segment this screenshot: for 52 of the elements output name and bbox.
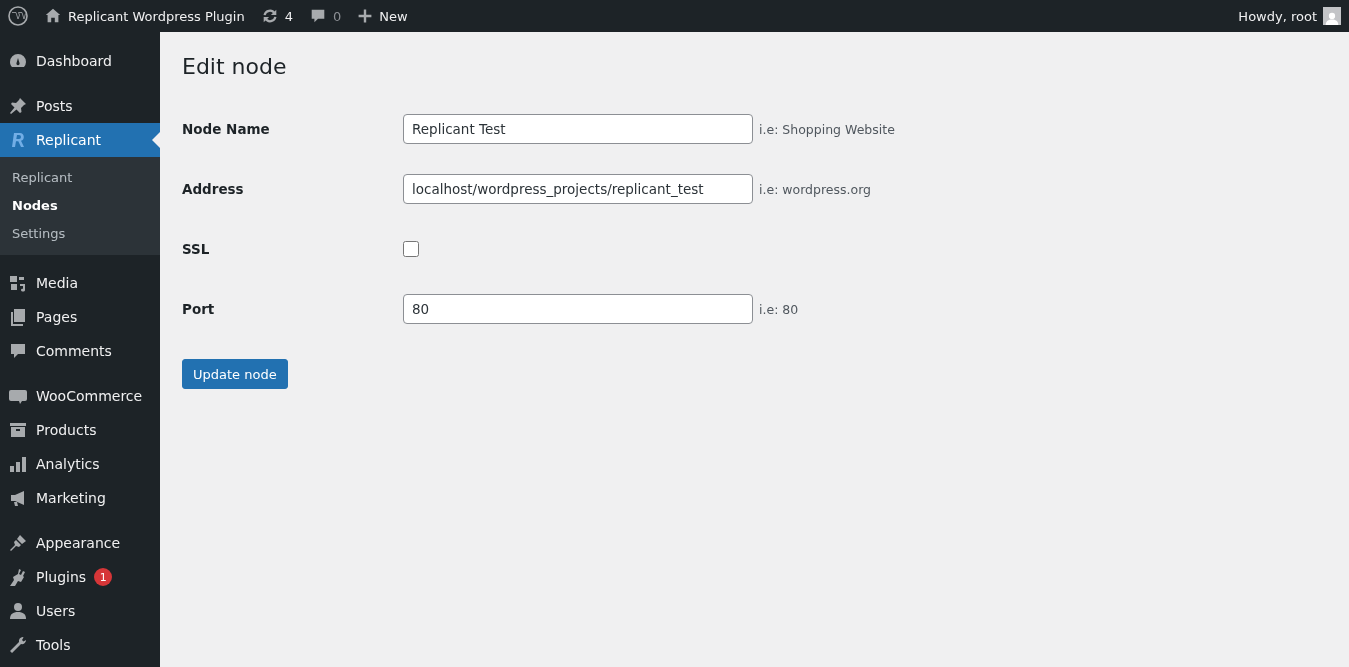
hint-text: i.e: Shopping Website [759, 121, 895, 137]
archive-box-icon [8, 420, 28, 440]
submenu-item[interactable]: Settings [0, 220, 160, 248]
pushpin-icon [8, 96, 28, 116]
comments-link[interactable]: 0 [301, 0, 350, 32]
sidebar-item[interactable]: Pages [0, 300, 160, 334]
home-icon [44, 7, 62, 25]
field-label: Port [182, 301, 216, 317]
wordpress-logo-icon [8, 6, 28, 26]
sidebar-item[interactable]: Analytics [0, 447, 160, 481]
plus-icon [357, 8, 374, 24]
page-title: Edit node [182, 54, 288, 79]
count-badge: 1 [94, 568, 113, 586]
hint-text: i.e: 80 [759, 301, 799, 317]
sidebar-item[interactable]: Posts [0, 89, 160, 123]
pages-icon [8, 307, 28, 327]
user-icon [8, 601, 28, 621]
menu-pointer [152, 132, 160, 148]
input-field[interactable]: localhost/wordpress_projects/replicant_test [403, 174, 753, 204]
sidebar-item[interactable]: Products [0, 413, 160, 447]
field-label: Address [182, 181, 245, 197]
new-link[interactable]: New [349, 0, 416, 32]
media-icon [8, 273, 28, 293]
sidebar-item[interactable]: Plugins 1 [0, 560, 160, 594]
updates-link[interactable]: 4 [252, 0, 301, 32]
plug-icon [8, 567, 28, 587]
submenu-item[interactable]: Replicant [0, 164, 160, 192]
speech-bubble-icon [8, 341, 28, 361]
paintbrush-icon [8, 533, 28, 553]
input-field[interactable]: Replicant Test [403, 114, 753, 144]
account-link[interactable]: Howdy, root [1230, 0, 1349, 32]
input-field[interactable]: 80 [403, 294, 753, 324]
sidebar-item[interactable]: Media [0, 266, 160, 300]
sidebar-item[interactable]: Comments [0, 334, 160, 368]
user-silhouette-icon [1325, 11, 1339, 25]
sidebar-item[interactable]: WooCommerce [0, 379, 160, 413]
checkbox[interactable] [403, 241, 419, 257]
update-button[interactable]: Update node [182, 359, 288, 389]
field-label: Node Name [182, 121, 271, 137]
field-label: SSL [182, 241, 211, 257]
hint-text: i.e: wordpress.org [759, 181, 872, 197]
bar-chart-icon [8, 454, 28, 474]
sidebar-item[interactable]: Marketing [0, 481, 160, 515]
site-name-link[interactable]: Replicant Wordpress Plugin [36, 0, 253, 32]
sidebar-item[interactable]: Replicant [0, 123, 160, 157]
sidebar-item[interactable]: Tools [0, 628, 160, 662]
sidebar-item[interactable]: Users [0, 594, 160, 628]
submenu-item[interactable]: Nodes [0, 192, 160, 220]
sidebar-item[interactable]: Dashboard [0, 44, 160, 78]
speech-bubble-icon [309, 7, 327, 25]
sidebar-item[interactable]: Appearance [0, 526, 160, 560]
wrench-icon [8, 635, 28, 655]
